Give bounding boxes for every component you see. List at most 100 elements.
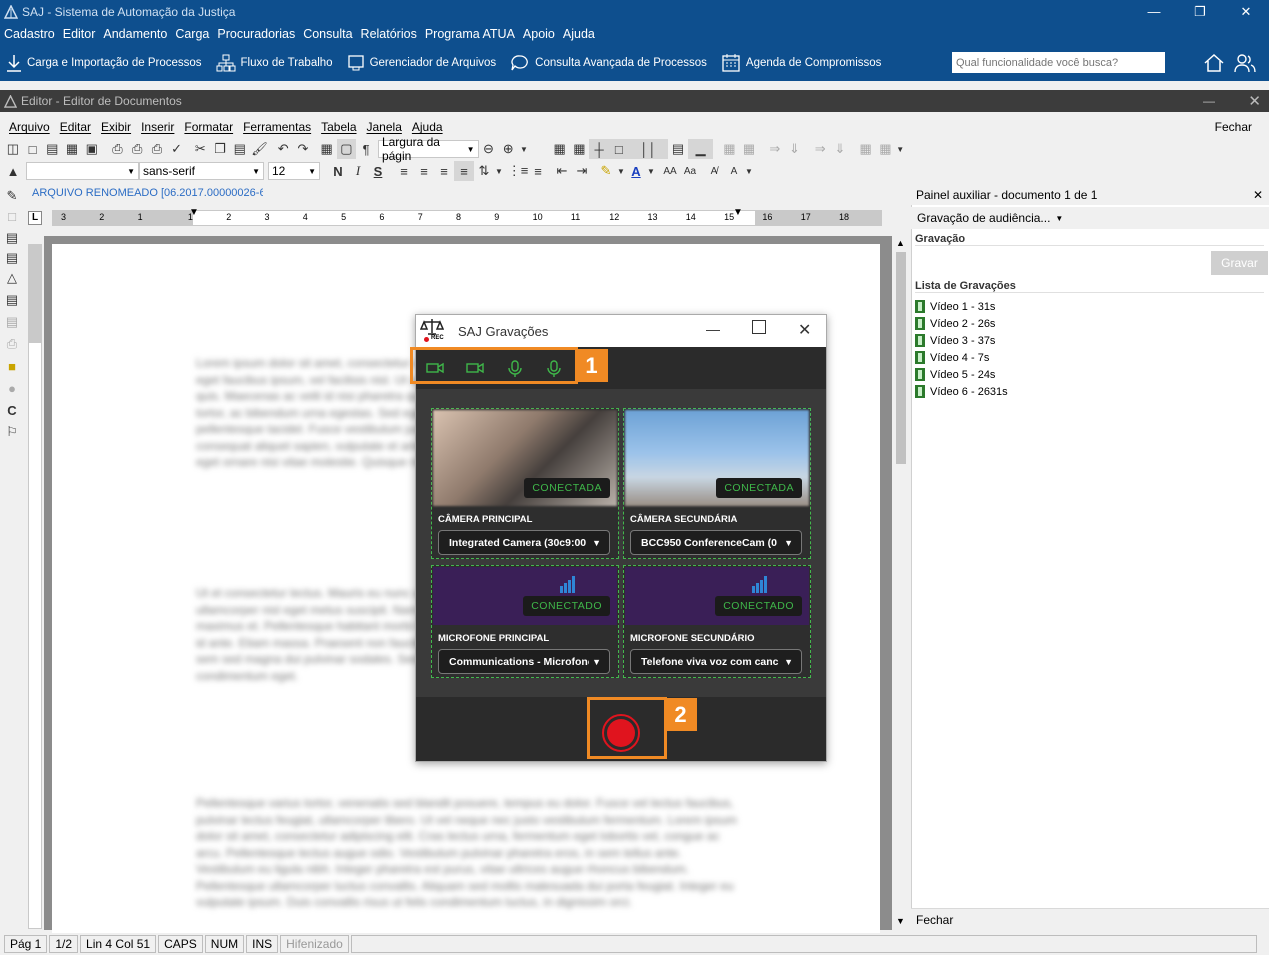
- fields-icon[interactable]: ▤: [2, 290, 22, 310]
- restore-button[interactable]: ❐: [1177, 4, 1223, 20]
- editor-menu-ajuda[interactable]: Ajuda: [407, 120, 448, 134]
- menu-relatorios[interactable]: Relatórios: [357, 27, 421, 41]
- editor-menu-arquivo[interactable]: Arquivo: [4, 120, 55, 134]
- recording-item[interactable]: Vídeo 2 - 26s: [915, 317, 995, 330]
- case-icon[interactable]: A: [724, 161, 744, 181]
- recording-item[interactable]: Vídeo 3 - 37s: [915, 334, 995, 347]
- dialog-maximize-button[interactable]: [752, 320, 766, 334]
- paint-icon[interactable]: ⚐: [2, 422, 22, 442]
- editor-menu-janela[interactable]: Janela: [362, 120, 407, 134]
- merge-cells-icon[interactable]: ▦: [719, 139, 739, 159]
- copy-icon[interactable]: ❐: [210, 139, 230, 159]
- zoom-in-icon[interactable]: ⊕: [498, 139, 518, 159]
- editor-menu-inserir[interactable]: Inserir: [136, 120, 179, 134]
- indent-icon[interactable]: ⇥: [572, 161, 592, 181]
- toolbar-agenda-button[interactable]: Agenda de Compromissos: [721, 53, 881, 73]
- menu-programa-atua[interactable]: Programa ATUA: [421, 27, 519, 41]
- frame-icon[interactable]: ▢: [336, 139, 357, 159]
- menu-editor[interactable]: Editor: [59, 27, 100, 41]
- style-icon[interactable]: ▲: [3, 161, 23, 181]
- panel-mode-select[interactable]: Gravação de audiência... ▼: [911, 207, 1269, 229]
- editor-menu-ferramentas[interactable]: Ferramentas: [238, 120, 316, 134]
- zoom-select[interactable]: Largura da págin ▼: [377, 135, 479, 163]
- uppercase-icon[interactable]: AA: [660, 161, 680, 181]
- print-icon[interactable]: ⎙: [108, 139, 128, 159]
- split-cells-icon[interactable]: ▦: [739, 139, 759, 159]
- font-select[interactable]: sans-serif ▼: [139, 162, 264, 180]
- chevron-down-icon[interactable]: ▼: [744, 161, 754, 181]
- recording-item[interactable]: Vídeo 6 - 2631s: [915, 385, 1008, 398]
- table-vertical-icon[interactable]: ││: [628, 139, 669, 159]
- align-center-icon[interactable]: ≡: [414, 161, 434, 181]
- numbered-list-icon[interactable]: ≡: [528, 161, 548, 181]
- outdent-icon[interactable]: ⇤: [552, 161, 572, 181]
- scroll-up-icon[interactable]: ▲: [896, 238, 905, 248]
- menu-ajuda[interactable]: Ajuda: [559, 27, 599, 41]
- camera-principal-select[interactable]: Integrated Camera (30c9:00 ▼: [438, 530, 610, 555]
- home-icon[interactable]: [1203, 52, 1225, 74]
- open-pdf-icon[interactable]: ▦: [62, 139, 82, 159]
- pilcrow-icon[interactable]: ¶: [356, 139, 376, 159]
- menu-cadastro[interactable]: Cadastro: [0, 27, 59, 41]
- table-icon[interactable]: ▦: [317, 139, 337, 159]
- insert-row-icon[interactable]: ⇓: [785, 139, 805, 159]
- document-tab[interactable]: ARQUIVO RENOMEADO [06.2017.00000026-6]: [28, 185, 263, 201]
- highlight-icon[interactable]: ✎: [596, 161, 616, 181]
- paste-icon[interactable]: ▤: [230, 139, 250, 159]
- lowercase-icon[interactable]: Aa: [680, 161, 700, 181]
- menu-consulta[interactable]: Consulta: [299, 27, 356, 41]
- dialog-close-button[interactable]: ✕: [798, 320, 811, 340]
- table-outer-icon[interactable]: □: [608, 139, 629, 159]
- c-icon[interactable]: C: [2, 400, 22, 420]
- sign-icon[interactable]: △: [2, 268, 22, 288]
- new-document-icon[interactable]: □: [23, 139, 43, 159]
- scroll-down-icon[interactable]: ▼: [896, 916, 905, 926]
- editor-menu-editar[interactable]: Editar: [55, 120, 96, 134]
- spellcheck-icon[interactable]: ✓: [167, 139, 187, 159]
- cut-icon[interactable]: ✂: [190, 139, 210, 159]
- menu-carga[interactable]: Carga: [171, 27, 213, 41]
- toolbar-carga-button[interactable]: Carga e Importação de Processos: [6, 54, 202, 72]
- editor-menu-exibir[interactable]: Exibir: [96, 120, 136, 134]
- redo-icon[interactable]: ↷: [293, 139, 313, 159]
- indent-marker[interactable]: ▼: [189, 207, 199, 218]
- editor-close-button[interactable]: ✕: [1248, 92, 1261, 110]
- delete-column-icon[interactable]: ⇒: [810, 139, 830, 159]
- italic-icon[interactable]: I: [348, 161, 368, 181]
- chevron-down-icon[interactable]: ▼: [494, 161, 504, 181]
- model-icon[interactable]: ▤: [2, 228, 22, 248]
- print-options-icon[interactable]: ⎙: [147, 139, 167, 159]
- menu-procuradorias[interactable]: Procuradorias: [213, 27, 299, 41]
- editor-fechar-button[interactable]: Fechar: [1210, 120, 1257, 134]
- bold-icon[interactable]: N: [328, 161, 348, 181]
- horizontal-ruler[interactable]: 3 2 1 1 2 3 4 5 6 7 8 9 10 11 12 13 14 15 16 17 18 ▼ ▼: [52, 207, 882, 226]
- open-icon[interactable]: ▤: [42, 139, 62, 159]
- toolbar-fluxo-button[interactable]: Fluxo de Trabalho: [216, 54, 333, 72]
- dialog-minimize-button[interactable]: —: [706, 321, 720, 337]
- camera-secundaria-select[interactable]: BCC950 ConferenceCam (0 ▼: [630, 530, 802, 555]
- toolbar-consulta-button[interactable]: Consulta Avançada de Processos: [510, 54, 707, 72]
- disabled-print-icon[interactable]: ⎙: [2, 334, 22, 354]
- format-painter-icon[interactable]: 🖌: [250, 139, 270, 159]
- editor-menu-tabela[interactable]: Tabela: [316, 120, 361, 134]
- new-from-template-icon[interactable]: ◫: [3, 139, 23, 159]
- close-button[interactable]: ✕: [1223, 4, 1269, 20]
- chevron-down-icon[interactable]: ▼: [518, 139, 530, 159]
- table-inner-icon[interactable]: ┼: [589, 139, 609, 159]
- tab-stop-selector[interactable]: L: [28, 211, 42, 225]
- styles-icon[interactable]: ✎: [2, 186, 22, 206]
- close-icon[interactable]: ✕: [1253, 188, 1263, 202]
- chevron-down-icon[interactable]: ▼: [895, 139, 905, 159]
- disabled-tool-icon[interactable]: □: [2, 206, 22, 226]
- zoom-out-icon[interactable]: ⊖: [479, 139, 499, 159]
- table-grid-icon[interactable]: ▦: [550, 139, 570, 159]
- table-borders-icon[interactable]: ▦: [570, 139, 590, 159]
- menu-andamento[interactable]: Andamento: [99, 27, 171, 41]
- save-icon[interactable]: ▣: [82, 139, 102, 159]
- users-icon[interactable]: [1234, 52, 1256, 74]
- align-left-icon[interactable]: ≡: [394, 161, 414, 181]
- minimize-button[interactable]: —: [1131, 4, 1177, 19]
- font-size-select[interactable]: 12 ▼: [268, 162, 320, 180]
- scrollbar-thumb[interactable]: [896, 252, 906, 464]
- document-icon[interactable]: ▤: [2, 248, 22, 268]
